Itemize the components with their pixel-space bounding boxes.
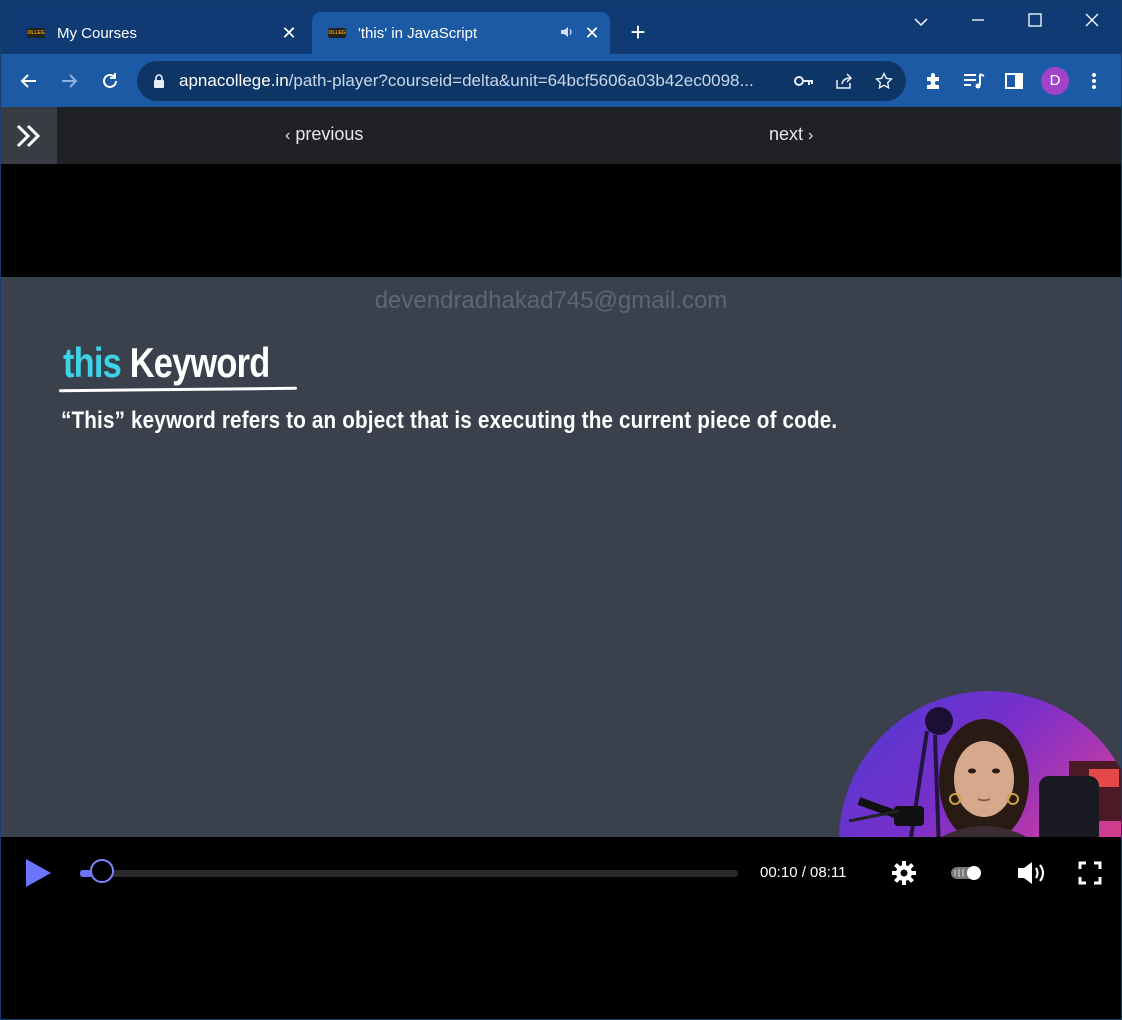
- previous-button[interactable]: ‹ previous: [285, 124, 363, 145]
- tab-title: 'this' in JavaScript: [358, 24, 478, 42]
- settings-gear-icon[interactable]: [888, 857, 920, 889]
- slide-description: “This” keyword refers to an object that …: [61, 407, 838, 434]
- maximize-icon[interactable]: [1020, 9, 1050, 33]
- media-queue-icon[interactable]: [960, 67, 988, 95]
- play-button[interactable]: [23, 857, 53, 889]
- headline-underline: [58, 386, 298, 393]
- chevron-left-icon: ‹: [285, 127, 291, 144]
- presenter-webcam-bubble: [839, 691, 1121, 837]
- double-chevron-right-icon: [16, 124, 41, 147]
- minimize-icon[interactable]: [963, 9, 993, 33]
- video-frame[interactable]: devendradhakad745@gmail.com this Keyword…: [1, 277, 1121, 837]
- slide-headline: this Keyword: [63, 339, 271, 387]
- tab-strip: COLLEGE My Courses ✕ COLLEGE 'this' in J…: [1, 1, 1121, 54]
- tab-title: My Courses: [57, 24, 138, 42]
- browser-window: COLLEGE My Courses ✕ COLLEGE 'this' in J…: [0, 0, 1122, 1020]
- fullscreen-icon[interactable]: [1074, 857, 1106, 889]
- speaker-icon[interactable]: [560, 25, 574, 42]
- extensions-puzzle-icon[interactable]: [920, 67, 948, 95]
- college-favicon-icon: COLLEGE: [328, 28, 346, 38]
- next-button[interactable]: next ›: [769, 124, 813, 145]
- window-close-icon[interactable]: [1077, 9, 1107, 33]
- close-icon[interactable]: ✕: [277, 23, 301, 44]
- player-controls: 00:10 / 08:11: [1, 837, 1121, 1019]
- sidebar-toggle-button[interactable]: [1, 107, 57, 164]
- side-panel-icon[interactable]: [1000, 67, 1028, 95]
- url-text[interactable]: apnacollege.in/path-player?courseid=delt…: [179, 71, 779, 91]
- email-watermark: devendradhakad745@gmail.com: [374, 287, 728, 314]
- lesson-nav-bar: ‹ previous next ›: [1, 107, 1121, 164]
- progress-thumb[interactable]: [90, 859, 115, 883]
- play-icon: [26, 859, 51, 887]
- lock-icon[interactable]: [149, 71, 169, 91]
- share-icon[interactable]: [834, 71, 854, 91]
- url-path: /path-player?courseid=delta&unit=64bcf56…: [288, 71, 754, 90]
- back-button[interactable]: [15, 67, 43, 95]
- forward-button[interactable]: [55, 67, 83, 95]
- address-bar[interactable]: apnacollege.in/path-player?courseid=delt…: [137, 61, 906, 101]
- key-icon[interactable]: [794, 71, 814, 91]
- headline-this: this: [63, 339, 122, 386]
- url-host: apnacollege.in: [179, 71, 289, 90]
- tab-search-chevron-icon[interactable]: [906, 9, 936, 33]
- presenter-image: [848, 707, 1121, 837]
- new-tab-button[interactable]: +: [624, 18, 652, 46]
- college-favicon-icon: COLLEGE: [27, 28, 45, 38]
- headline-keyword: Keyword: [129, 339, 271, 386]
- browser-toolbar: apnacollege.in/path-player?courseid=delt…: [1, 54, 1121, 107]
- playback-speed-toggle-icon[interactable]: [949, 857, 985, 889]
- time-display: 00:10 / 08:11: [760, 864, 847, 881]
- close-icon[interactable]: ✕: [580, 23, 604, 44]
- bookmark-star-icon[interactable]: [874, 71, 894, 91]
- tab-my-courses[interactable]: COLLEGE My Courses ✕: [11, 12, 307, 54]
- volume-icon[interactable]: [1016, 857, 1048, 889]
- menu-kebab-icon[interactable]: [1080, 67, 1108, 95]
- tab-this-in-javascript[interactable]: COLLEGE 'this' in JavaScript ✕: [312, 12, 610, 54]
- previous-label: previous: [295, 124, 364, 144]
- video-letterbox-top: [1, 164, 1121, 277]
- next-label: next: [769, 124, 804, 144]
- progress-track[interactable]: [80, 870, 738, 877]
- profile-avatar[interactable]: D: [1041, 67, 1069, 95]
- chevron-right-icon: ›: [808, 127, 814, 144]
- reload-button[interactable]: [96, 67, 124, 95]
